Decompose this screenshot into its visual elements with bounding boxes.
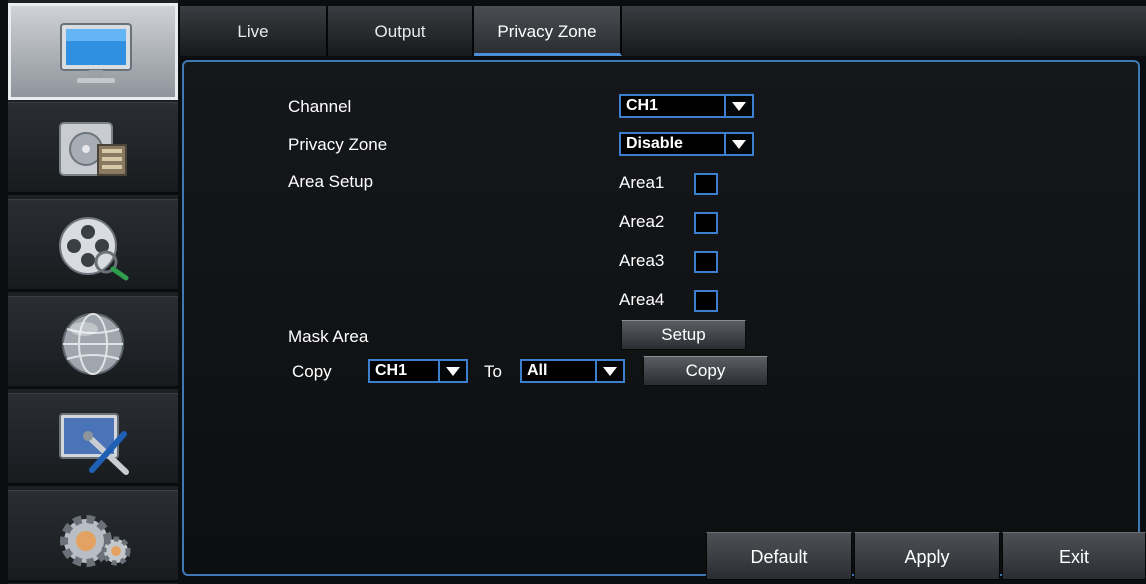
copy-label: Copy	[292, 362, 332, 381]
channel-label: Channel	[288, 97, 352, 116]
area2-checkbox[interactable]	[694, 212, 718, 234]
mask-area-label: Mask Area	[288, 327, 369, 346]
sidebar-item-search[interactable]	[8, 199, 178, 292]
channel-select-value: CH1	[626, 97, 659, 114]
sidebar-item-settings[interactable]	[8, 490, 178, 583]
privacy-zone-select[interactable]: Disable	[619, 132, 754, 156]
settings-gears-icon	[60, 515, 131, 567]
copy-to-value: All	[527, 362, 548, 379]
tab-privacy-zone[interactable]: Privacy Zone	[474, 6, 622, 56]
record-icon	[59, 122, 127, 176]
exit-button[interactable]: Exit	[1002, 532, 1146, 580]
area1-label: Area1	[619, 173, 665, 192]
privacy-zone-label: Privacy Zone	[288, 135, 388, 154]
area1-checkbox[interactable]	[694, 173, 718, 195]
area4-label: Area4	[619, 290, 665, 309]
area-setup-label: Area Setup	[288, 172, 374, 191]
apply-button[interactable]: Apply	[854, 532, 1000, 580]
tab-live[interactable]: Live	[180, 6, 328, 56]
setup-button[interactable]: Setup	[621, 320, 746, 350]
default-button[interactable]: Default	[706, 532, 852, 580]
sidebar-item-system[interactable]	[8, 393, 178, 486]
area4-checkbox[interactable]	[694, 290, 718, 312]
channel-select[interactable]: CH1	[619, 94, 754, 118]
chevron-down-icon[interactable]	[438, 361, 466, 381]
copy-from-select[interactable]: CH1	[368, 359, 468, 383]
area2-label: Area2	[619, 212, 665, 231]
search-film-icon	[59, 217, 129, 281]
to-label: To	[484, 362, 502, 381]
sidebar-item-record[interactable]	[8, 102, 178, 195]
copy-button[interactable]: Copy	[643, 356, 768, 386]
sidebar-item-display[interactable]	[8, 3, 178, 100]
privacy-zone-select-value: Disable	[626, 135, 683, 152]
copy-from-value: CH1	[375, 362, 408, 379]
area3-checkbox[interactable]	[694, 251, 718, 273]
sidebar	[8, 0, 178, 584]
chevron-down-icon[interactable]	[595, 361, 623, 381]
chevron-down-icon[interactable]	[724, 96, 752, 116]
network-globe-icon	[62, 313, 124, 375]
monitor-icon	[60, 23, 132, 83]
system-tools-icon	[59, 413, 129, 475]
sidebar-item-network[interactable]	[8, 296, 178, 389]
tab-output[interactable]: Output	[328, 6, 474, 56]
chevron-down-icon[interactable]	[724, 134, 752, 154]
copy-to-select[interactable]: All	[520, 359, 625, 383]
area3-label: Area3	[619, 251, 665, 270]
tab-bar: Live Output Privacy Zone	[180, 6, 1146, 56]
